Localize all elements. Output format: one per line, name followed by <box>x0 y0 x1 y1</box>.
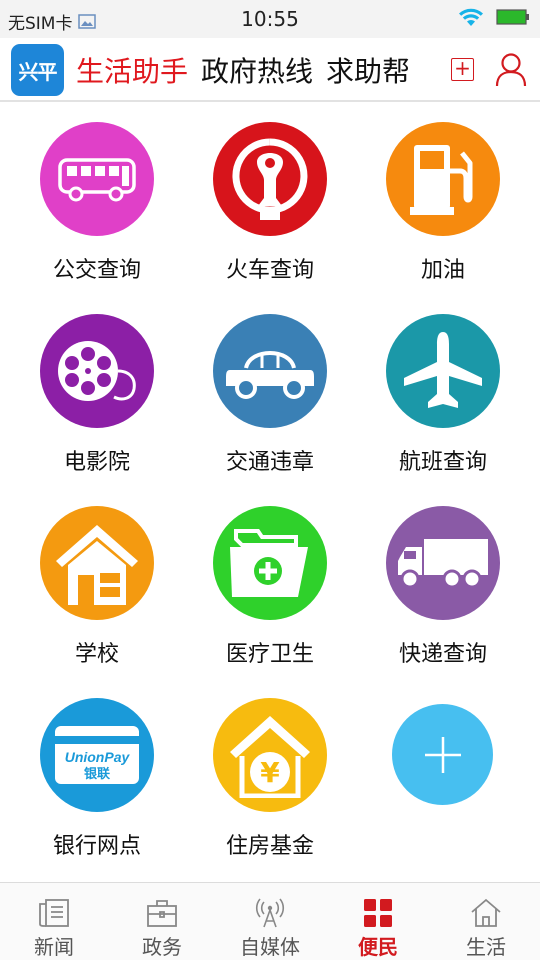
bus-icon <box>40 122 154 236</box>
service-express[interactable]: 快递查询 <box>346 488 526 680</box>
service-housing-fund[interactable]: ¥ 住房基金 <box>173 680 353 872</box>
service-label: 医疗卫生 <box>225 642 314 667</box>
status-right <box>458 7 530 27</box>
service-cinema[interactable]: 电影院 <box>0 296 180 488</box>
grid-icon <box>364 899 392 927</box>
housing-fund-icon: ¥ <box>213 698 327 812</box>
status-bar: 无SIM卡 10:55 <box>0 0 540 38</box>
service-label: 住房基金 <box>225 834 314 859</box>
school-house-icon <box>40 506 154 620</box>
nav-government[interactable]: 政务 <box>108 883 216 961</box>
broadcast-icon <box>255 898 285 928</box>
unionpay-cn-text: 银联 <box>84 766 110 782</box>
service-label: 交通违章 <box>225 450 314 475</box>
fuel-pump-icon <box>386 122 500 236</box>
home-icon <box>471 898 501 927</box>
wifi-icon <box>459 8 483 26</box>
service-label: 学校 <box>74 642 119 667</box>
nav-life[interactable]: 生活 <box>432 883 540 961</box>
nav-label: 自媒体 <box>240 935 300 959</box>
add-channel-button[interactable]: + <box>451 58 474 81</box>
tab-life-assistant[interactable]: 生活助手 <box>76 50 188 90</box>
user-icon[interactable] <box>494 52 528 88</box>
service-label: 银行网点 <box>52 834 141 859</box>
briefcase-icon <box>147 900 177 927</box>
battery-icon <box>496 9 529 25</box>
railway-icon <box>213 122 327 236</box>
add-channel-label: + <box>454 56 471 80</box>
service-medical[interactable]: 医疗卫生 <box>173 488 353 680</box>
service-train[interactable]: 火车查询 <box>173 104 353 296</box>
film-reel-icon <box>40 314 154 428</box>
tab-government-hotline[interactable]: 政府热线 <box>201 50 313 90</box>
service-label: 加油 <box>420 258 465 283</box>
service-fuel[interactable]: 加油 <box>346 104 526 296</box>
service-label: 火车查询 <box>225 258 314 283</box>
car-icon <box>213 314 327 428</box>
add-service-button[interactable] <box>392 704 493 805</box>
app-logo[interactable]: 兴平 <box>11 44 64 96</box>
delivery-truck-icon <box>386 506 500 620</box>
nav-label: 政务 <box>142 935 182 959</box>
unionpay-text: UnionPay <box>65 749 131 765</box>
service-label: 公交查询 <box>52 258 141 283</box>
logo-text: 兴平 <box>18 59 58 84</box>
app-header: 兴平 生活助手 政府热线 求助帮 + <box>0 38 540 102</box>
nav-label: 便民 <box>358 935 398 959</box>
medical-folder-icon <box>213 506 327 620</box>
service-label: 航班查询 <box>398 450 487 475</box>
service-traffic-violation[interactable]: 交通违章 <box>173 296 353 488</box>
service-bank[interactable]: UnionPay 银联 银行网点 <box>0 680 180 872</box>
nav-label: 新闻 <box>34 935 74 959</box>
category-tabs: 生活助手 政府热线 求助帮 <box>76 38 436 102</box>
tab-help[interactable]: 求助帮 <box>326 50 410 90</box>
nav-news[interactable]: 新闻 <box>0 883 108 961</box>
service-label: 电影院 <box>63 450 130 475</box>
bank-card-icon: UnionPay 银联 <box>40 698 154 812</box>
news-icon <box>39 899 69 927</box>
bottom-nav: 新闻 政务 自媒体 便民 生活 <box>0 882 540 960</box>
plus-icon <box>424 736 461 773</box>
service-school[interactable]: 学校 <box>0 488 180 680</box>
nav-we-media[interactable]: 自媒体 <box>216 883 324 961</box>
airplane-icon <box>386 314 500 428</box>
nav-label: 生活 <box>466 935 506 959</box>
service-label: 快递查询 <box>398 642 487 667</box>
yuan-symbol: ¥ <box>260 756 280 789</box>
nav-convenience[interactable]: 便民 <box>324 883 432 961</box>
service-bus[interactable]: 公交查询 <box>0 104 180 296</box>
service-flight[interactable]: 航班查询 <box>346 296 526 488</box>
